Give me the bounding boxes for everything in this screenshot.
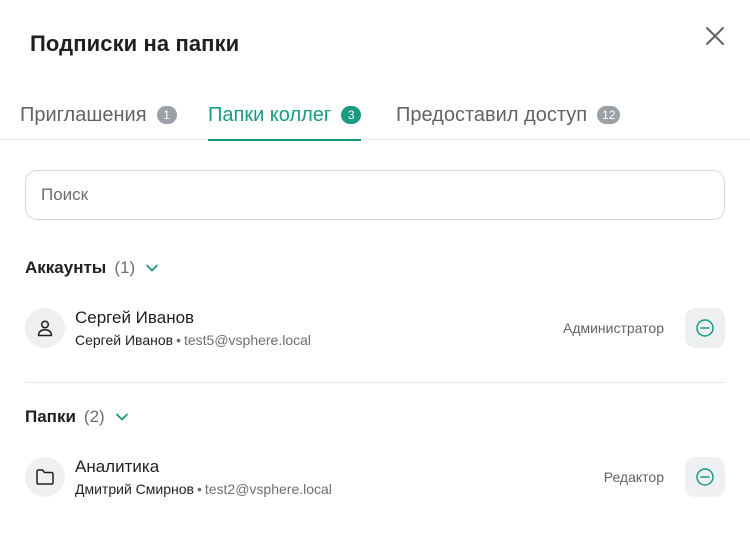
owner-name: Сергей Иванов <box>75 332 174 348</box>
folder-subscriptions-dialog: Подписки на папки Приглашения 1 Папки ко… <box>0 0 750 535</box>
role-label: Редактор <box>603 469 664 485</box>
section-count: (2) <box>83 407 105 426</box>
section-title: Папки <box>25 407 76 426</box>
tab-count-badge: 3 <box>341 106 362 124</box>
item-name: Сергей Иванов <box>75 308 195 327</box>
item-owner-line: Дмитрий Смирнов • test2@vsphere.local <box>75 481 332 497</box>
unsubscribe-button[interactable] <box>685 308 725 348</box>
close-button[interactable] <box>700 21 730 51</box>
accounts-section-toggle[interactable]: Аккаунты (1) <box>25 258 159 278</box>
role-label: Администратор <box>562 320 664 336</box>
owner-name: Дмитрий Смирнов <box>75 481 194 497</box>
separator-dot: • <box>196 481 202 497</box>
list-item: Сергей Иванов Сергей Иванов • test5@vspher… <box>25 306 725 350</box>
tab-label: Предоставил доступ <box>396 104 588 126</box>
tab-bar: Приглашения 1 Папки коллег 3 Предоставил… <box>0 96 750 141</box>
tab-label: Папки коллег <box>208 104 332 126</box>
tab-count-badge: 1 <box>156 106 177 124</box>
tab-invitations[interactable]: Приглашения 1 <box>20 96 177 140</box>
section-title: Аккаунты <box>25 258 107 277</box>
tab-shared-access[interactable]: Предоставил доступ 12 <box>396 96 621 140</box>
dialog-title: Подписки на папки <box>30 31 240 56</box>
owner-email: test5@vsphere.local <box>183 332 312 348</box>
list-item: Аналитика Дмитрий Смирнов • test2@vsphere.… <box>25 455 725 499</box>
tab-label: Приглашения <box>20 104 147 126</box>
tab-colleague-folders[interactable]: Папки коллег 3 <box>208 96 362 141</box>
search-input[interactable] <box>25 170 725 220</box>
close-icon <box>706 27 724 45</box>
chevron-down-icon <box>145 263 159 273</box>
tab-count-badge: 12 <box>597 106 621 124</box>
remove-circle-icon <box>696 319 714 337</box>
separator-dot: • <box>176 332 181 348</box>
user-icon <box>25 308 65 348</box>
chevron-down-icon <box>115 412 129 422</box>
owner-email: test2@vsphere.local <box>204 481 332 497</box>
remove-circle-icon <box>696 468 714 486</box>
item-name: Аналитика <box>75 457 160 476</box>
section-count: (1) <box>114 258 136 277</box>
folders-section-toggle[interactable]: Папки (2) <box>25 407 129 427</box>
section-divider <box>25 382 725 383</box>
unsubscribe-button[interactable] <box>685 457 725 497</box>
folder-icon <box>25 457 65 497</box>
item-owner-line: Сергей Иванов • test5@vsphere.local <box>75 332 311 348</box>
